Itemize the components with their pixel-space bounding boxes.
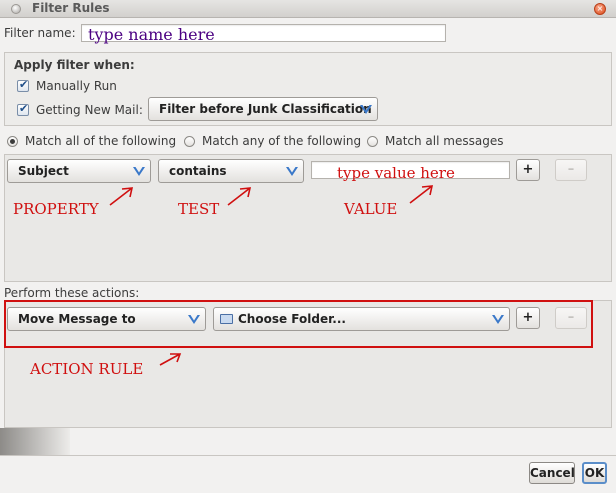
manually-run-label: Manually Run (36, 79, 117, 93)
rule-property-select[interactable]: Subject (7, 159, 151, 183)
cancel-button[interactable]: Cancel (529, 462, 575, 484)
chevron-down-icon (492, 315, 504, 324)
actions-label: Perform these actions: (4, 286, 140, 300)
action-select[interactable]: Move Message to (7, 307, 206, 331)
match-any-radio[interactable] (184, 136, 195, 147)
window-menu-icon[interactable] (11, 4, 21, 14)
window-title: Filter Rules (32, 1, 110, 15)
ok-button[interactable]: OK (582, 462, 607, 484)
remove-rule-button[interactable]: – (555, 159, 587, 181)
chevron-down-icon (360, 105, 372, 114)
chevron-down-icon (286, 167, 298, 176)
match-all-messages-radio[interactable] (367, 136, 378, 147)
match-all-messages-label: Match all messages (385, 134, 504, 148)
filter-name-field[interactable] (81, 23, 446, 45)
folder-icon (220, 314, 233, 324)
resize-shade (0, 428, 70, 455)
getting-new-mail-label: Getting New Mail: (36, 103, 143, 117)
value-arrow-icon (409, 185, 434, 204)
rule-property-value: Subject (18, 164, 69, 178)
apply-filter-heading: Apply filter when: (14, 58, 135, 72)
folder-value: Choose Folder... (238, 312, 346, 326)
chevron-down-icon (188, 315, 200, 324)
manually-run-checkbox[interactable] (17, 78, 29, 92)
add-action-button[interactable]: + (516, 307, 540, 329)
rule-test-select[interactable]: contains (158, 159, 304, 183)
match-any-label: Match any of the following (202, 134, 362, 148)
rule-test-value: contains (169, 164, 227, 178)
test-annotation: TEST (178, 200, 220, 218)
match-all-radio[interactable] (7, 136, 18, 147)
filter-timing-value: Filter before Junk Classification (159, 102, 372, 116)
chevron-down-icon (133, 167, 145, 176)
dialog-button-bar: Cancel OK (0, 455, 616, 493)
property-arrow-icon (109, 187, 134, 206)
action-rule-annotation: ACTION RULE (30, 360, 144, 378)
close-button[interactable]: × (594, 3, 606, 15)
value-annotation: VALUE (344, 200, 398, 218)
remove-action-button[interactable]: – (555, 307, 587, 329)
test-arrow-icon (227, 187, 252, 206)
action-arrow-icon (159, 353, 182, 366)
title-bar: Filter Rules × (0, 0, 616, 18)
add-rule-button[interactable]: + (516, 159, 540, 181)
action-value: Move Message to (18, 312, 136, 326)
filter-name-input[interactable] (82, 23, 445, 45)
folder-select[interactable]: Choose Folder... (213, 307, 510, 331)
filter-name-label: Filter name: (4, 26, 76, 40)
filter-timing-select[interactable]: Filter before Junk Classification (148, 97, 378, 121)
getting-new-mail-checkbox[interactable] (17, 102, 29, 116)
rule-value-hint: type value here (337, 164, 455, 182)
match-all-label: Match all of the following (25, 134, 177, 148)
property-annotation: PROPERTY (13, 200, 99, 218)
